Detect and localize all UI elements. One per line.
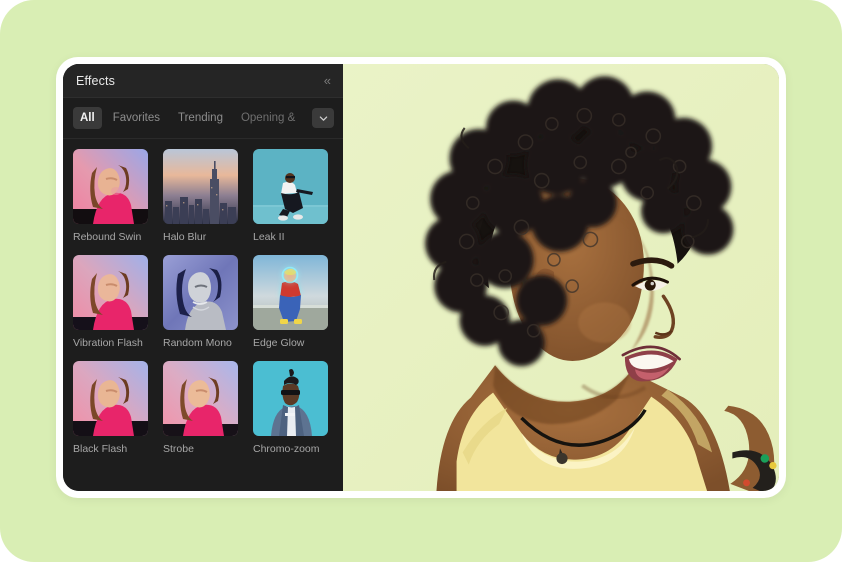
- tab-favorites[interactable]: Favorites: [106, 107, 167, 129]
- effect-thumbnail-portrait-pink-blue: [163, 361, 238, 436]
- effect-label: Leak II: [253, 231, 285, 243]
- effect-thumbnail-portrait-pink-blue: [73, 255, 148, 330]
- tab-all[interactable]: All: [73, 107, 102, 129]
- effect-thumbnail-city-skyline-dusk: [163, 149, 238, 224]
- effect-item[interactable]: Strobe: [163, 361, 251, 456]
- effect-thumbnail-skater-glow-outline: [253, 255, 328, 330]
- effect-label: Edge Glow: [253, 337, 305, 349]
- app-window: Effects « All Favorites Trending Opening…: [63, 64, 779, 491]
- category-tab-list: All Favorites Trending Opening &: [73, 107, 343, 129]
- video-preview[interactable]: [343, 64, 779, 491]
- effect-thumbnail-portrait-pink-blue: [73, 361, 148, 436]
- chevron-down-icon[interactable]: [312, 108, 334, 128]
- effect-label: Black Flash: [73, 443, 128, 455]
- effect-thumbnail-man-sunglasses-teal: [253, 361, 328, 436]
- page-title: Effects: [76, 73, 116, 88]
- tab-opening[interactable]: Opening &: [234, 107, 302, 129]
- effect-label: Strobe: [163, 443, 194, 455]
- effect-item[interactable]: Halo Blur: [163, 149, 251, 244]
- effect-item[interactable]: Random Mono: [163, 255, 251, 350]
- effects-grid: Rebound Swin Halo Blur Leak II Vibration…: [63, 139, 343, 491]
- effect-label: Halo Blur: [163, 231, 207, 243]
- effect-thumbnail-portrait-mono-blue: [163, 255, 238, 330]
- effect-label: Rebound Swin: [73, 231, 142, 243]
- effect-thumbnail-dancer-teal-wall: [253, 149, 328, 224]
- tab-trending[interactable]: Trending: [171, 107, 230, 129]
- effect-thumbnail-portrait-pink-blue: [73, 149, 148, 224]
- chevron-double-left-icon[interactable]: «: [322, 71, 332, 90]
- effect-item[interactable]: Vibration Flash: [73, 255, 161, 350]
- page-backdrop: Effects « All Favorites Trending Opening…: [0, 0, 842, 562]
- effect-item[interactable]: Edge Glow: [253, 255, 341, 350]
- effects-panel: Effects « All Favorites Trending Opening…: [63, 64, 343, 491]
- effect-item[interactable]: Leak II: [253, 149, 341, 244]
- app-window-frame: Effects « All Favorites Trending Opening…: [56, 57, 786, 498]
- effect-item[interactable]: Chromo-zoom: [253, 361, 341, 456]
- effects-panel-header: Effects «: [63, 64, 343, 98]
- effect-item[interactable]: Black Flash: [73, 361, 161, 456]
- effect-item[interactable]: Rebound Swin: [73, 149, 161, 244]
- effect-label: Chromo-zoom: [253, 443, 320, 455]
- effect-label: Vibration Flash: [73, 337, 143, 349]
- category-tabbar: All Favorites Trending Opening &: [63, 98, 343, 139]
- effect-label: Random Mono: [163, 337, 232, 349]
